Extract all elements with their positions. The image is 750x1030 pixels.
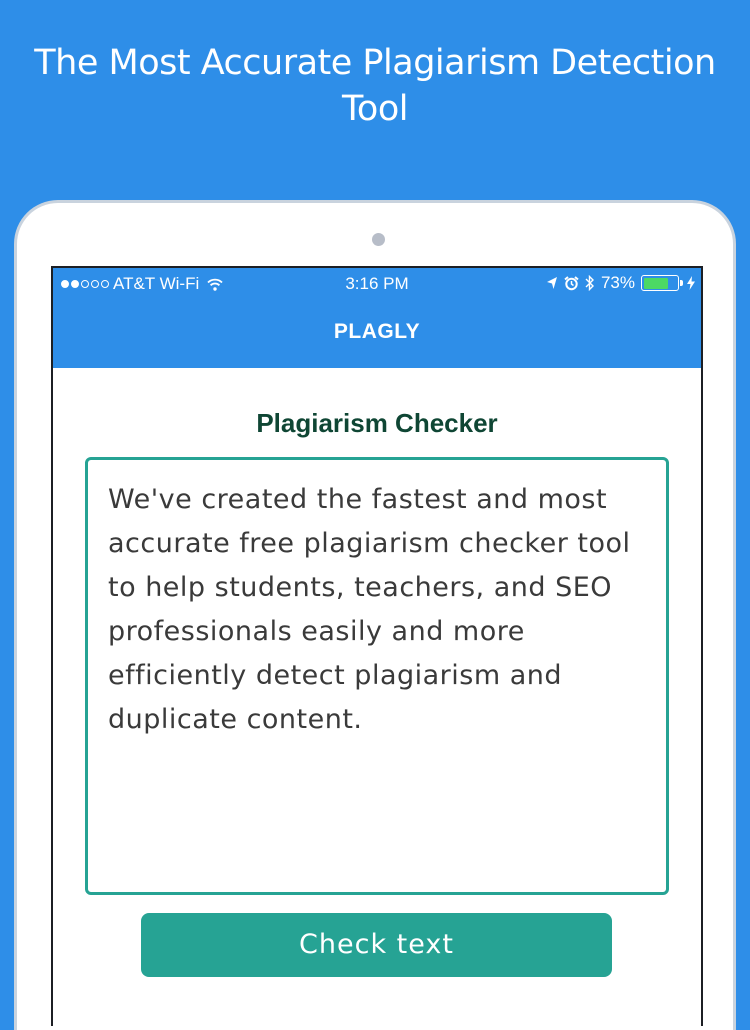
location-arrow-icon — [546, 276, 558, 290]
promo-headline: The Most Accurate Plagiarism Detection T… — [34, 43, 716, 129]
nav-bar-title: PLAGLY — [53, 299, 701, 368]
text-input-area[interactable]: We've created the fastest and most accur… — [85, 457, 669, 895]
checker-panel: Plagiarism Checker We've created the fas… — [53, 368, 701, 1026]
status-bar: AT&T Wi-Fi 3:16 PM 73% — [53, 268, 701, 299]
status-right: 73% — [546, 273, 695, 293]
battery-percent: 73% — [600, 273, 635, 292]
battery-icon — [641, 275, 683, 291]
battery-level-fill — [643, 277, 668, 289]
front-camera — [372, 233, 385, 246]
check-text-button[interactable]: Check text — [141, 913, 612, 977]
tablet-frame: AT&T Wi-Fi 3:16 PM 73% PLAGLY Plagiarism… — [14, 200, 736, 1030]
checker-title: Plagiarism Checker — [256, 408, 498, 438]
bluetooth-icon — [585, 275, 595, 291]
alarm-icon — [564, 275, 579, 291]
app-screen: AT&T Wi-Fi 3:16 PM 73% PLAGLY Plagiarism… — [51, 266, 703, 1026]
charging-bolt-icon — [687, 276, 695, 290]
